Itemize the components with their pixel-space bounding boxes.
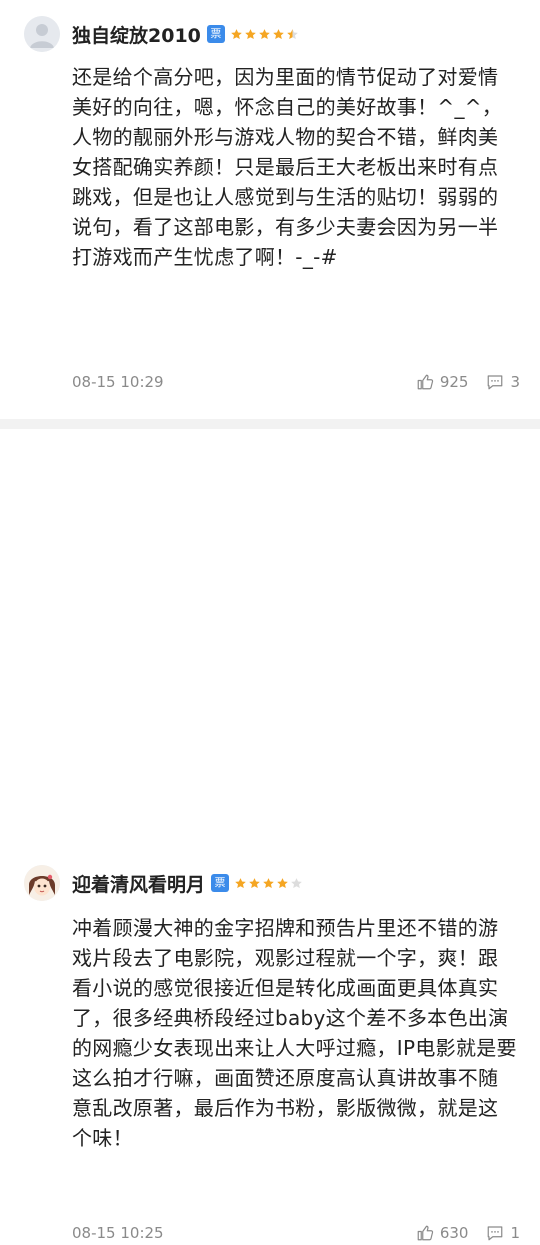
username[interactable]: 独自绽放2010 [72, 21, 201, 48]
like-count: 925 [439, 373, 469, 391]
star-empty-icon [291, 877, 302, 888]
thumbs-up-icon [417, 374, 433, 390]
star-filled-icon [277, 877, 288, 888]
review-card: 迎着清风看明月 票 冲着顾漫大神的金字招牌和预告片里还不错的游戏片段去了电影院，… [0, 419, 540, 1242]
like-button[interactable]: 630 [416, 1224, 469, 1242]
like-count: 630 [439, 1224, 469, 1242]
star-filled-icon [245, 28, 256, 39]
star-filled-icon [235, 877, 246, 888]
ticket-badge: 票 [206, 25, 225, 43]
anime-avatar-icon [24, 865, 60, 901]
comment-icon [488, 375, 503, 390]
thumbs-up-icon [417, 1225, 433, 1241]
review-footer: 08-15 10:25 630 1 [72, 1221, 520, 1245]
default-avatar-icon [24, 16, 60, 52]
star-filled-icon [249, 877, 260, 888]
comment-button[interactable]: 1 [486, 1224, 520, 1242]
star-filled-icon [273, 28, 284, 39]
comment-button[interactable]: 3 [486, 373, 520, 391]
avatar[interactable] [24, 865, 60, 901]
star-filled-icon [263, 877, 274, 888]
review-footer: 08-15 10:29 925 3 [72, 370, 520, 394]
ticket-badge: 票 [211, 874, 230, 892]
review-header: 独自绽放2010 票 [24, 14, 300, 54]
review-content: 还是给个高分吧，因为里面的情节促动了对爱情美好的向往，嗯，怀念自己的美好故事！^… [72, 65, 503, 269]
review-time: 08-15 10:25 [72, 1224, 164, 1242]
review-header: 迎着清风看明月 票 [24, 863, 304, 903]
star-half-icon [287, 28, 298, 39]
rating-stars [234, 877, 304, 890]
star-filled-icon [231, 28, 242, 39]
comment-icon [488, 1226, 503, 1241]
review-time: 08-15 10:29 [72, 373, 164, 391]
avatar[interactable] [24, 16, 60, 52]
comment-count: 3 [510, 373, 520, 391]
comment-count: 1 [510, 1224, 520, 1242]
like-button[interactable]: 925 [416, 373, 469, 391]
username[interactable]: 迎着清风看明月 [72, 870, 205, 897]
review-card: 独自绽放2010 票 还是给个高分吧，因为里面的情节促动了对爱情美好的向往，嗯，… [0, 0, 540, 419]
rating-stars [230, 28, 300, 41]
star-filled-icon [259, 28, 270, 39]
review-content: 冲着顾漫大神的金字招牌和预告片里还不错的游戏片段去了电影院，观影过程就一个字，爽… [72, 916, 517, 1150]
